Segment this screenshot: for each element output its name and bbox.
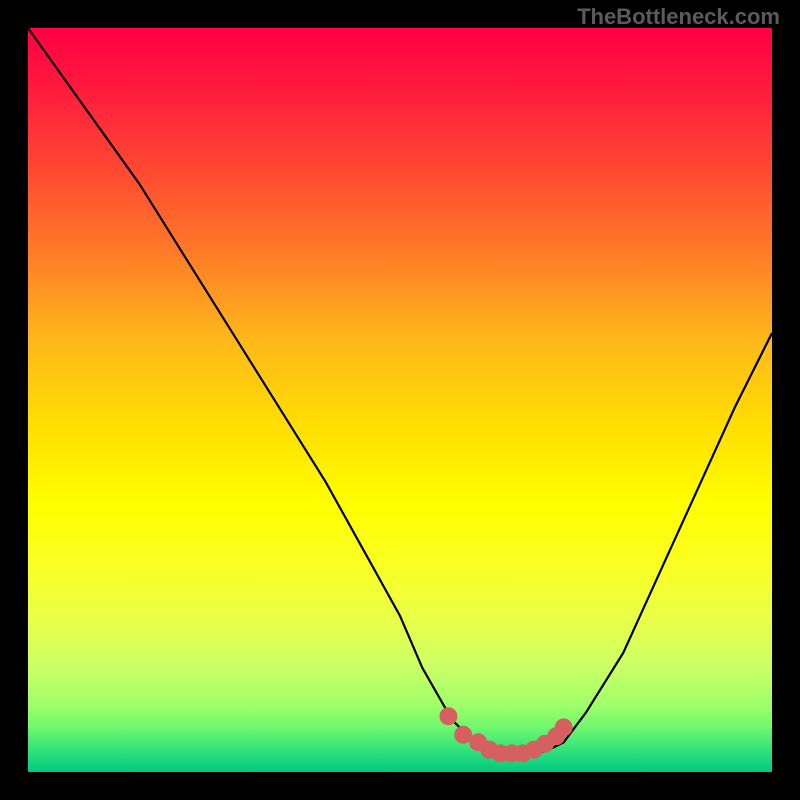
plot-gradient-background [28,28,772,772]
watermark-text: TheBottleneck.com [577,4,780,30]
chart-frame: TheBottleneck.com [0,0,800,800]
